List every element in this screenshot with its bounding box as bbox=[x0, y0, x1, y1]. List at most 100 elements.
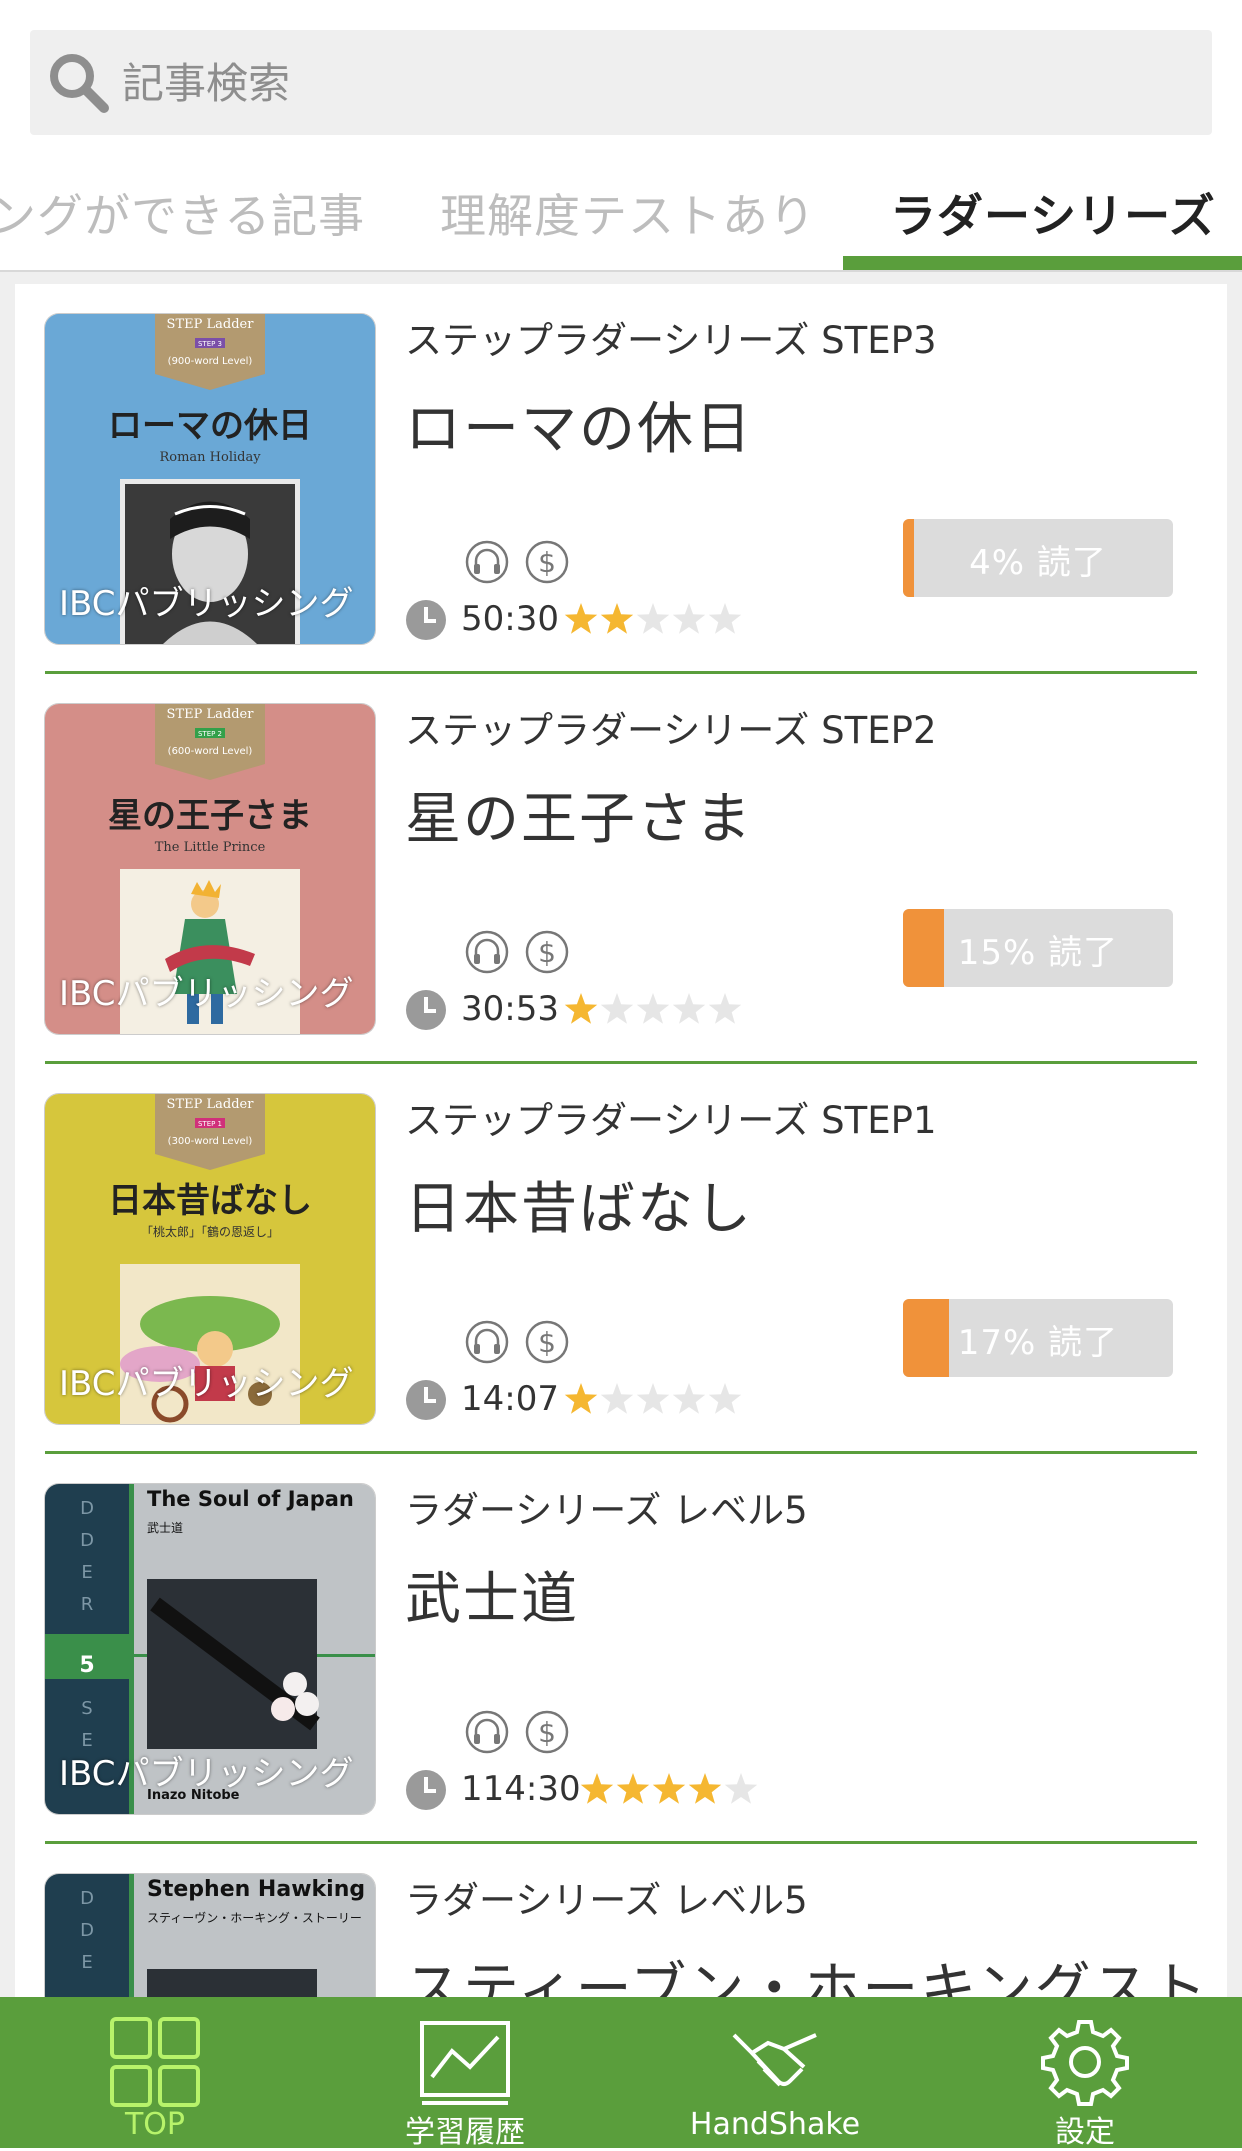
series-label: ラダーシリーズ レベル5 bbox=[405, 1489, 808, 1532]
svg-text:$: $ bbox=[538, 1326, 556, 1359]
star-filled-icon bbox=[688, 1773, 722, 1804]
svg-text:日本昔ばなし: 日本昔ばなし bbox=[108, 1181, 312, 1221]
clock-icon bbox=[406, 1380, 446, 1420]
svg-text:STEP Ladder: STEP Ladder bbox=[167, 317, 255, 332]
list-item[interactable]: DDER SE 5 The Soul of Japan 武士道 Inazo Ni… bbox=[15, 1454, 1227, 1844]
publisher-label: IBCパブリッシング bbox=[59, 1754, 354, 1794]
svg-text:星の王子さま: 星の王子さま bbox=[108, 796, 312, 836]
tab-shadowing[interactable]: ングができる記事 bbox=[0, 180, 365, 246]
star-empty-icon bbox=[636, 1383, 670, 1414]
svg-text:STEP 2: STEP 2 bbox=[198, 730, 222, 738]
publisher-label: IBCパブリッシング bbox=[59, 1364, 354, 1404]
book-cover: DDE Stephen Hawking スティーヴン・ホーキング・ストーリー bbox=[45, 1874, 375, 1997]
star-empty-icon bbox=[672, 1383, 706, 1414]
feature-badges: $ bbox=[465, 1710, 569, 1754]
svg-text:$: $ bbox=[538, 936, 556, 969]
progress-label: 17% 読了 bbox=[957, 1323, 1119, 1363]
nav-top[interactable]: TOP bbox=[0, 1997, 310, 2148]
nav-label: 学習履歴 bbox=[405, 2115, 525, 2150]
reading-progress: 4% 読了 bbox=[903, 519, 1173, 597]
clock-icon bbox=[406, 600, 446, 640]
book-cover: STEP Ladder STEP 1 (300-word Level) 日本昔ば… bbox=[45, 1094, 375, 1424]
svg-text:R: R bbox=[81, 1594, 94, 1615]
list-item[interactable]: STEP Ladder STEP 2 (600-word Level) 星の王子… bbox=[15, 674, 1227, 1064]
active-tab-indicator bbox=[843, 256, 1242, 270]
star-empty-icon bbox=[708, 1383, 742, 1414]
difficulty-stars bbox=[580, 1773, 758, 1804]
svg-text:武士道: 武士道 bbox=[147, 1521, 183, 1535]
chart-icon bbox=[420, 2021, 510, 2105]
tab-ladder-series[interactable]: ラダーシリーズ bbox=[890, 180, 1216, 246]
svg-text:E: E bbox=[81, 1952, 92, 1973]
series-label: ステップラダーシリーズ STEP2 bbox=[405, 709, 937, 752]
list-item[interactable]: STEP Ladder STEP 3 (900-word Level) ローマの… bbox=[15, 284, 1227, 674]
svg-text:D: D bbox=[80, 1530, 94, 1551]
star-empty-icon bbox=[708, 603, 742, 634]
tab-comprehension-test[interactable]: 理解度テストあり bbox=[440, 180, 816, 246]
article-title: スティーブン・ホーキングスト bbox=[405, 1957, 1209, 1997]
book-cover: STEP Ladder STEP 2 (600-word Level) 星の王子… bbox=[45, 704, 375, 1034]
book-cover: STEP Ladder STEP 3 (900-word Level) ローマの… bbox=[45, 314, 375, 644]
svg-text:「桃太郎」「鶴の恩返し」: 「桃太郎」「鶴の恩返し」 bbox=[141, 1224, 279, 1239]
reading-duration: 114:30 bbox=[461, 1769, 581, 1809]
list-item[interactable]: STEP Ladder STEP 1 (300-word Level) 日本昔ば… bbox=[15, 1064, 1227, 1454]
svg-text:D: D bbox=[80, 1888, 94, 1909]
handshake-icon bbox=[732, 2033, 817, 2087]
difficulty-stars bbox=[564, 993, 742, 1024]
svg-text:スティーヴン・ホーキング・ストーリー: スティーヴン・ホーキング・ストーリー bbox=[147, 1910, 362, 1925]
svg-text:E: E bbox=[81, 1562, 92, 1583]
svg-text:S: S bbox=[81, 1698, 92, 1719]
star-filled-icon bbox=[616, 1773, 650, 1804]
star-filled-icon bbox=[564, 603, 598, 634]
star-filled-icon bbox=[564, 1383, 598, 1414]
nav-settings[interactable]: 設定 bbox=[930, 1997, 1240, 2150]
svg-text:5: 5 bbox=[79, 1653, 94, 1678]
headphones-icon bbox=[465, 930, 509, 974]
reading-duration: 50:30 bbox=[461, 599, 559, 639]
dollar-icon: $ bbox=[525, 1320, 569, 1364]
article-title: 星の王子さま bbox=[405, 787, 753, 852]
nav-label: HandShake bbox=[689, 2107, 861, 2142]
headphones-icon bbox=[465, 1710, 509, 1754]
star-filled-icon bbox=[580, 1773, 614, 1804]
series-label: ステップラダーシリーズ STEP1 bbox=[405, 1099, 937, 1142]
article-list-area: STEP Ladder STEP 3 (900-word Level) ローマの… bbox=[0, 272, 1242, 1997]
svg-text:$: $ bbox=[538, 546, 556, 579]
star-empty-icon bbox=[600, 993, 634, 1024]
category-tabs: ングができる記事 理解度テストあり ラダーシリーズ bbox=[0, 160, 1242, 272]
article-list: STEP Ladder STEP 3 (900-word Level) ローマの… bbox=[15, 284, 1227, 1997]
search-input[interactable] bbox=[120, 30, 1184, 137]
nav-label: 設定 bbox=[1055, 2115, 1115, 2150]
publisher-label: IBCパブリッシング bbox=[59, 584, 354, 624]
star-empty-icon bbox=[672, 993, 706, 1024]
dollar-icon: $ bbox=[525, 1710, 569, 1754]
star-empty-icon bbox=[708, 993, 742, 1024]
search-box[interactable] bbox=[30, 30, 1212, 137]
list-item[interactable]: DDE Stephen Hawking スティーヴン・ホーキング・ストーリー ラ… bbox=[15, 1844, 1227, 1997]
nav-history[interactable]: 学習履歴 bbox=[310, 1997, 620, 2150]
article-title: 日本昔ばなし bbox=[405, 1177, 753, 1242]
reading-progress: 17% 読了 bbox=[903, 1299, 1173, 1377]
progress-label: 4% 読了 bbox=[969, 543, 1107, 583]
clock-icon bbox=[406, 1770, 446, 1810]
svg-text:Stephen Hawking: Stephen Hawking bbox=[147, 1877, 365, 1902]
dollar-icon: $ bbox=[525, 930, 569, 974]
dollar-icon: $ bbox=[525, 540, 569, 584]
book-cover: DDER SE 5 The Soul of Japan 武士道 Inazo Ni… bbox=[45, 1484, 375, 1814]
article-title: 武士道 bbox=[405, 1567, 579, 1632]
star-empty-icon bbox=[672, 603, 706, 634]
svg-text:$: $ bbox=[538, 1716, 556, 1749]
feature-badges: $ bbox=[465, 930, 569, 974]
bottom-nav: TOP 学習履歴 HandShake 設定 bbox=[0, 1997, 1242, 2150]
svg-text:The Little Prince: The Little Prince bbox=[155, 840, 266, 855]
clock-icon bbox=[406, 990, 446, 1030]
grid-icon bbox=[110, 2017, 200, 2107]
nav-handshake[interactable]: HandShake bbox=[620, 1997, 930, 2148]
svg-text:ローマの休日: ローマの休日 bbox=[108, 406, 312, 446]
svg-text:D: D bbox=[80, 1920, 94, 1941]
star-empty-icon bbox=[724, 1773, 758, 1804]
search-bar bbox=[0, 0, 1242, 160]
reading-progress: 15% 読了 bbox=[903, 909, 1173, 987]
svg-text:Roman Holiday: Roman Holiday bbox=[159, 450, 261, 465]
svg-text:D: D bbox=[80, 1498, 94, 1519]
